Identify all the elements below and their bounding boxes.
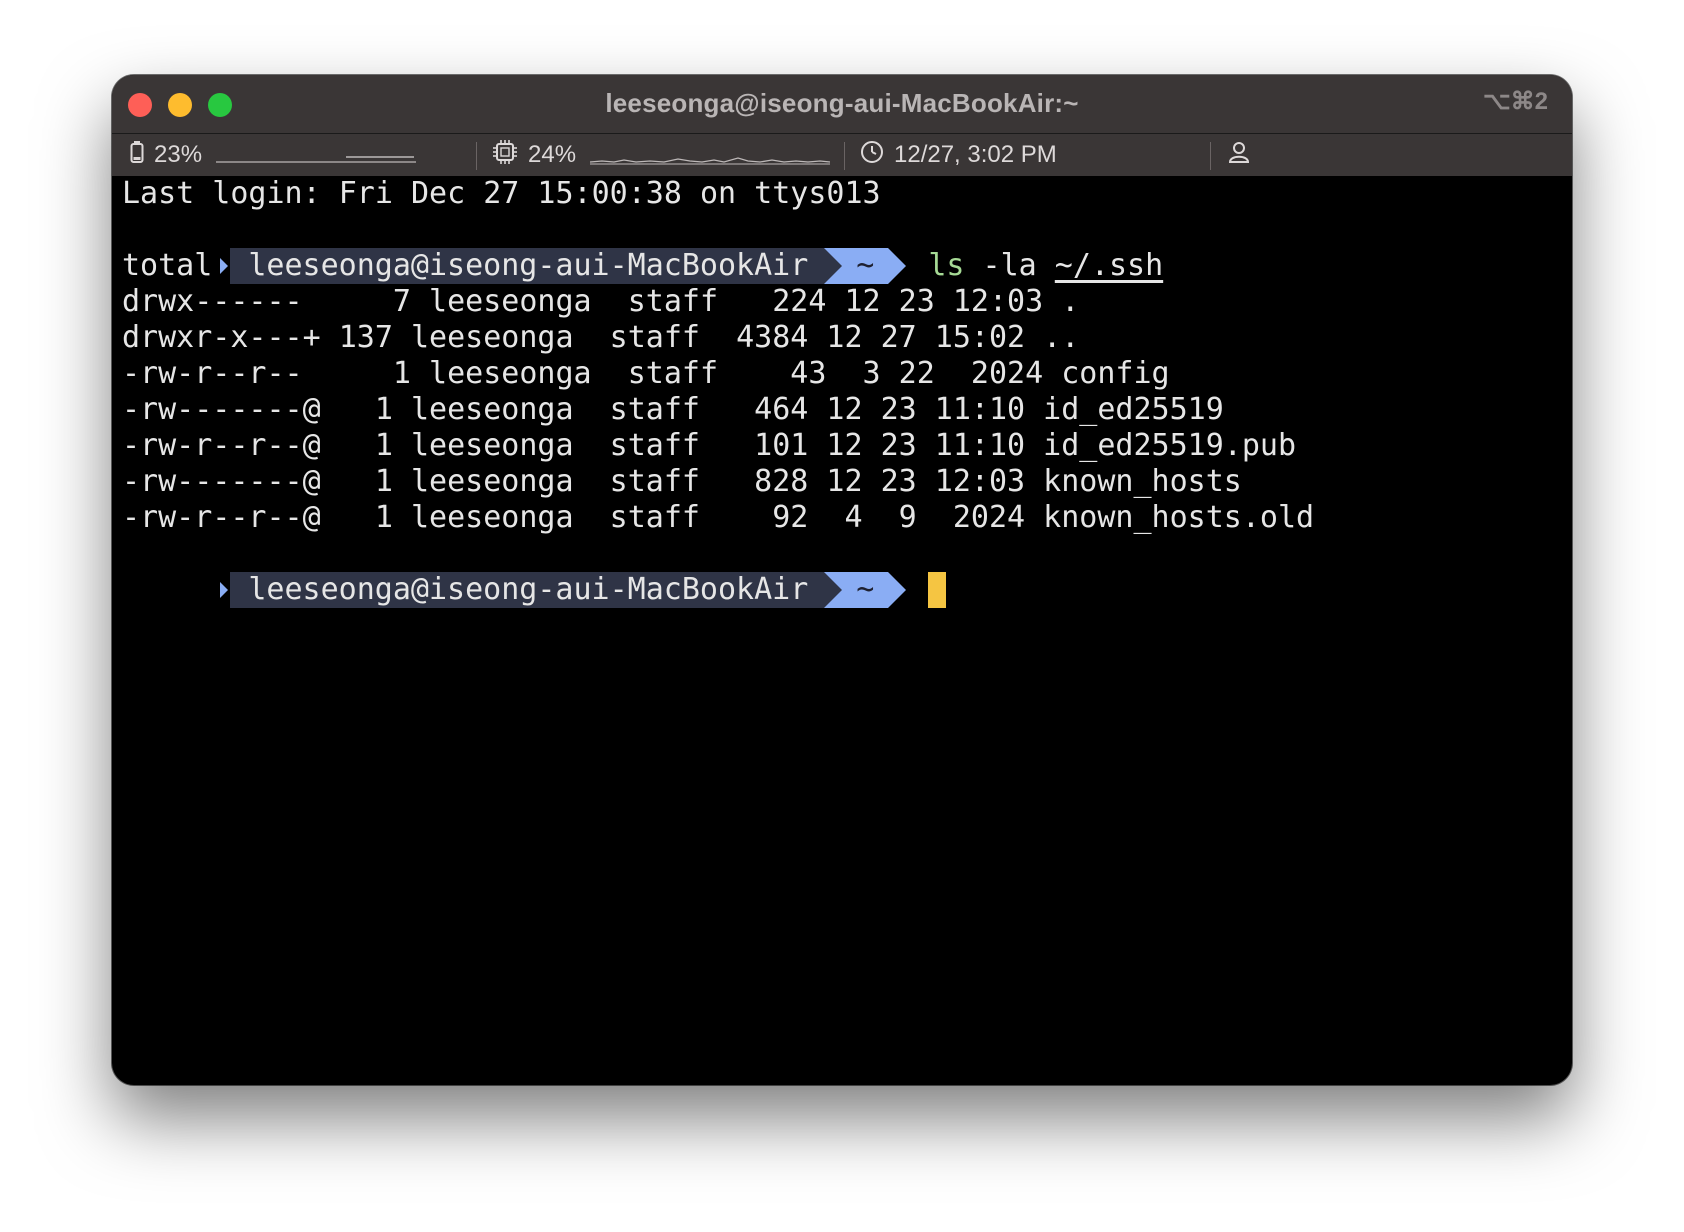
- battery-graph: [216, 156, 417, 163]
- status-divider: [1210, 142, 1211, 170]
- prompt-separator: [888, 248, 907, 284]
- prompt-directory: ~: [842, 248, 889, 284]
- cpu-percent: 24%: [528, 141, 577, 168]
- prompt: leeseonga@iseong-aui-MacBookAir ~: [220, 248, 907, 284]
- status-divider: [844, 142, 845, 170]
- user-icon[interactable]: [1227, 140, 1251, 171]
- command: ls -la ~/.ssh: [928, 248, 1163, 283]
- prompt-separator: [824, 248, 843, 284]
- title-bar: leeseonga@iseong-aui-MacBookAir:~ ⌥⌘2: [112, 75, 1572, 134]
- clock-text: 12/27, 3:02 PM: [894, 141, 1057, 168]
- prompt-separator: [824, 572, 843, 608]
- battery-icon: [130, 140, 144, 171]
- user-status[interactable]: [1227, 134, 1251, 176]
- cpu-icon: [492, 139, 518, 172]
- battery-percent: 23%: [154, 141, 203, 168]
- status-divider: [476, 142, 477, 170]
- prompt-directory: ~: [842, 572, 889, 608]
- prompt-line[interactable]: leeseonga@iseong-aui-MacBookAir ~: [122, 536, 1572, 608]
- prompt-user-host: leeseonga@iseong-aui-MacBookAir: [220, 572, 825, 608]
- clock-icon: [860, 140, 884, 171]
- command-path: ~/.ssh: [1054, 248, 1164, 283]
- window-shortcut: ⌥⌘2: [1482, 88, 1548, 115]
- output-line: -rw-r--r--@ 1 leeseonga staff 92 4 9 202…: [122, 500, 1315, 535]
- terminal-content[interactable]: Last login: Fri Dec 27 15:00:38 on ttys0…: [122, 176, 1572, 1085]
- prompt-user-host: leeseonga@iseong-aui-MacBookAir: [220, 248, 825, 284]
- last-login-line: Last login: Fri Dec 27 15:00:38 on ttys0…: [122, 176, 881, 211]
- cpu-status: 24%: [492, 134, 831, 176]
- prompt: leeseonga@iseong-aui-MacBookAir ~: [220, 572, 907, 608]
- output-line: -rw-------@ 1 leeseonga staff 828 12 23 …: [122, 464, 1242, 499]
- output-line: drwxr-x---+ 137 leeseonga staff 4384 12 …: [122, 320, 1080, 355]
- clock-status: 12/27, 3:02 PM: [860, 134, 1057, 176]
- cpu-graph: [590, 157, 831, 165]
- output-line: -rw-------@ 1 leeseonga staff 464 12 23 …: [122, 392, 1224, 427]
- battery-status: 23%: [130, 134, 417, 176]
- window-title: leeseonga@iseong-aui-MacBookAir:~: [605, 88, 1079, 118]
- output-line: -rw-r--r--@ 1 leeseonga staff 101 12 23 …: [122, 428, 1296, 463]
- status-bar: 23% 24% 12/27, 3:02 PM: [112, 134, 1572, 176]
- prompt-line: leeseonga@iseong-aui-MacBookAir ~ ls -la…: [122, 212, 1572, 284]
- command-args: -la: [982, 248, 1037, 283]
- command-name: ls: [928, 248, 965, 283]
- output-line: drwx------ 7 leeseonga staff 224 12 23 1…: [122, 284, 1080, 319]
- prompt-separator: [888, 572, 907, 608]
- terminal-window: leeseonga@iseong-aui-MacBookAir:~ ⌥⌘2 23…: [112, 75, 1572, 1085]
- output-line: -rw-r--r-- 1 leeseonga staff 43 3 22 202…: [122, 356, 1170, 391]
- text-cursor[interactable]: [928, 572, 947, 608]
